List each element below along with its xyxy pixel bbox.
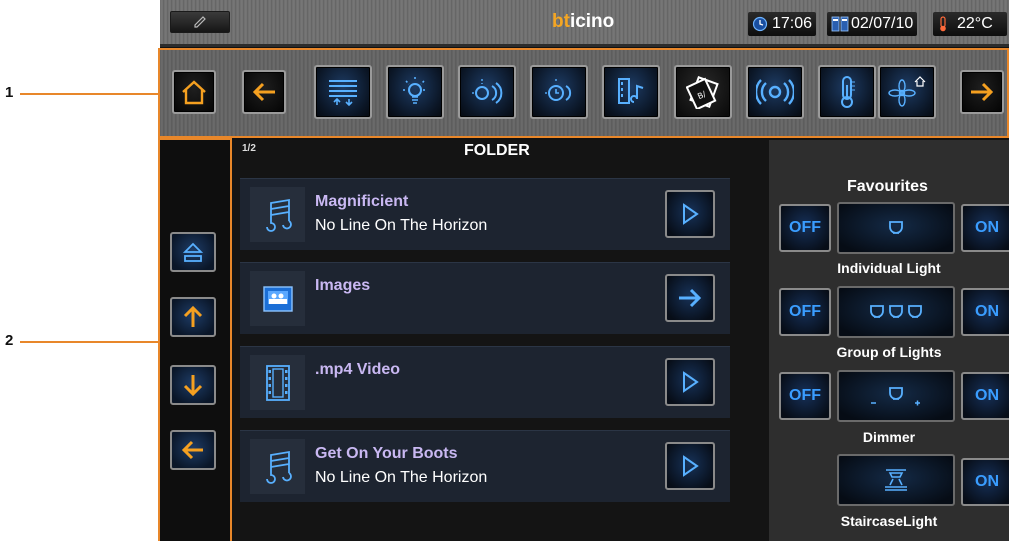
up-arrow-icon xyxy=(183,305,203,327)
individual-light-control[interactable] xyxy=(837,202,955,254)
scenes-button[interactable] xyxy=(458,65,516,119)
dimmer-icon xyxy=(871,387,920,406)
scroll-up-button[interactable] xyxy=(170,297,216,337)
temperature-value: 22°C xyxy=(957,15,993,32)
group-lights-label: Group of Lights xyxy=(836,344,942,360)
light-scene-icon xyxy=(472,79,503,104)
individual-light-on-button[interactable]: ON xyxy=(961,204,1009,252)
multimedia-cards-icon: B/ xyxy=(686,76,719,109)
thermometer-icon xyxy=(940,16,946,32)
device-screen: bticino 17:06 02/07/10 22°C B/ 1/2 FOLDE… xyxy=(160,0,1009,541)
back-button[interactable] xyxy=(242,70,286,114)
pen-icon xyxy=(194,16,206,28)
single-lamp-icon xyxy=(889,221,903,234)
staircase-light-control[interactable] xyxy=(837,454,955,506)
flower-home-icon xyxy=(888,76,926,107)
page-indicator: 1/2 xyxy=(242,143,256,154)
favourites-title: Favourites xyxy=(847,178,928,195)
time-value: 17:06 xyxy=(772,15,813,32)
callout-line-1 xyxy=(20,93,160,95)
play-icon xyxy=(683,371,699,393)
callout-label-2: 2 xyxy=(5,332,14,349)
individual-light-off-button[interactable]: OFF xyxy=(779,204,831,252)
down-arrow-icon xyxy=(183,375,203,397)
staircase-light-on-button[interactable]: ON xyxy=(961,458,1009,506)
forward-button[interactable] xyxy=(960,70,1004,114)
lights-button[interactable] xyxy=(386,65,444,119)
forward-arrow-icon xyxy=(971,82,994,102)
edit-button[interactable] xyxy=(170,11,230,33)
sound-button[interactable] xyxy=(746,65,804,119)
eject-icon xyxy=(183,242,203,262)
dimmer-control[interactable] xyxy=(837,370,955,422)
list-item[interactable]: Magnificient No Line On The Horizon xyxy=(240,178,730,250)
date-display[interactable]: 02/07/10 xyxy=(827,12,918,36)
main-toolbar: B/ xyxy=(160,50,1009,137)
temperature-display[interactable]: 22°C xyxy=(933,12,1007,36)
play-button[interactable] xyxy=(665,190,715,238)
list-item[interactable]: .mp4 Video xyxy=(240,346,730,418)
shutters-icon xyxy=(329,80,357,107)
brand-logo: bticino xyxy=(552,11,615,32)
shutters-button[interactable] xyxy=(314,65,372,119)
back-arrow-icon xyxy=(181,440,203,460)
individual-light-label: Individual Light xyxy=(837,260,941,276)
item-subtitle: No Line On The Horizon xyxy=(315,217,488,234)
list-item[interactable]: Images xyxy=(240,262,730,334)
film-music-icon xyxy=(618,78,644,104)
group-lights-on-button[interactable]: ON xyxy=(961,288,1009,336)
dimmer-on-button[interactable]: ON xyxy=(961,372,1009,420)
dimmer-off-button[interactable]: OFF xyxy=(779,372,831,420)
clock-icon xyxy=(752,16,768,32)
staircase-light-icon xyxy=(885,469,907,491)
back-arrow-icon xyxy=(252,82,275,102)
sound-broadcast-icon xyxy=(756,79,794,105)
item-title: Images xyxy=(315,277,371,294)
callout-line-2 xyxy=(20,341,160,343)
open-folder-button[interactable] xyxy=(665,274,715,322)
eject-button[interactable] xyxy=(170,232,216,272)
item-title: Magnificient xyxy=(315,193,409,210)
media-cards-button[interactable]: B/ xyxy=(674,65,732,119)
lamp-group-icon xyxy=(870,305,922,318)
item-title: Get On Your Boots xyxy=(315,445,458,462)
date-value: 02/07/10 xyxy=(851,15,914,32)
film-icon xyxy=(265,364,290,401)
temperature-button[interactable] xyxy=(818,65,876,119)
play-button[interactable] xyxy=(665,442,715,490)
clock-display[interactable]: 17:06 xyxy=(748,12,817,36)
status-bar: bticino 17:06 02/07/10 22°C xyxy=(160,0,1009,47)
dimmer-label: Dimmer xyxy=(862,429,916,445)
folder-panel: 1/2 FOLDER Magnificient No Line On The H… xyxy=(232,140,769,541)
list-item[interactable]: Get On Your Boots No Line On The Horizon xyxy=(240,430,730,502)
music-note-icon xyxy=(265,198,292,232)
callout-label-1: 1 xyxy=(5,84,14,101)
forward-arrow-icon xyxy=(679,288,702,308)
calendar-icon xyxy=(831,16,849,32)
light-bulb-icon xyxy=(403,77,427,104)
home-icon xyxy=(182,80,206,105)
music-note-icon xyxy=(265,450,292,484)
multimedia-button[interactable] xyxy=(602,65,660,119)
nav-back-button[interactable] xyxy=(170,430,216,470)
play-icon xyxy=(683,203,699,225)
image-icon xyxy=(262,285,293,312)
timer-button[interactable] xyxy=(530,65,588,119)
navigation-panel xyxy=(160,140,232,541)
staircase-light-label: StaircaseLight xyxy=(840,513,938,529)
group-lights-off-button[interactable]: OFF xyxy=(779,288,831,336)
play-button[interactable] xyxy=(665,358,715,406)
light-timer-icon xyxy=(545,79,572,101)
play-icon xyxy=(683,455,699,477)
item-title: .mp4 Video xyxy=(315,361,401,378)
home-button[interactable] xyxy=(172,70,216,114)
favourites-panel: Favourites OFF ON Individual Light OFF O… xyxy=(769,140,1009,541)
item-subtitle: No Line On The Horizon xyxy=(315,469,488,486)
thermometer-icon xyxy=(841,76,855,108)
scroll-down-button[interactable] xyxy=(170,365,216,405)
group-lights-control[interactable] xyxy=(837,286,955,338)
folder-title: FOLDER xyxy=(464,142,530,159)
scenarios-button[interactable] xyxy=(878,65,936,119)
